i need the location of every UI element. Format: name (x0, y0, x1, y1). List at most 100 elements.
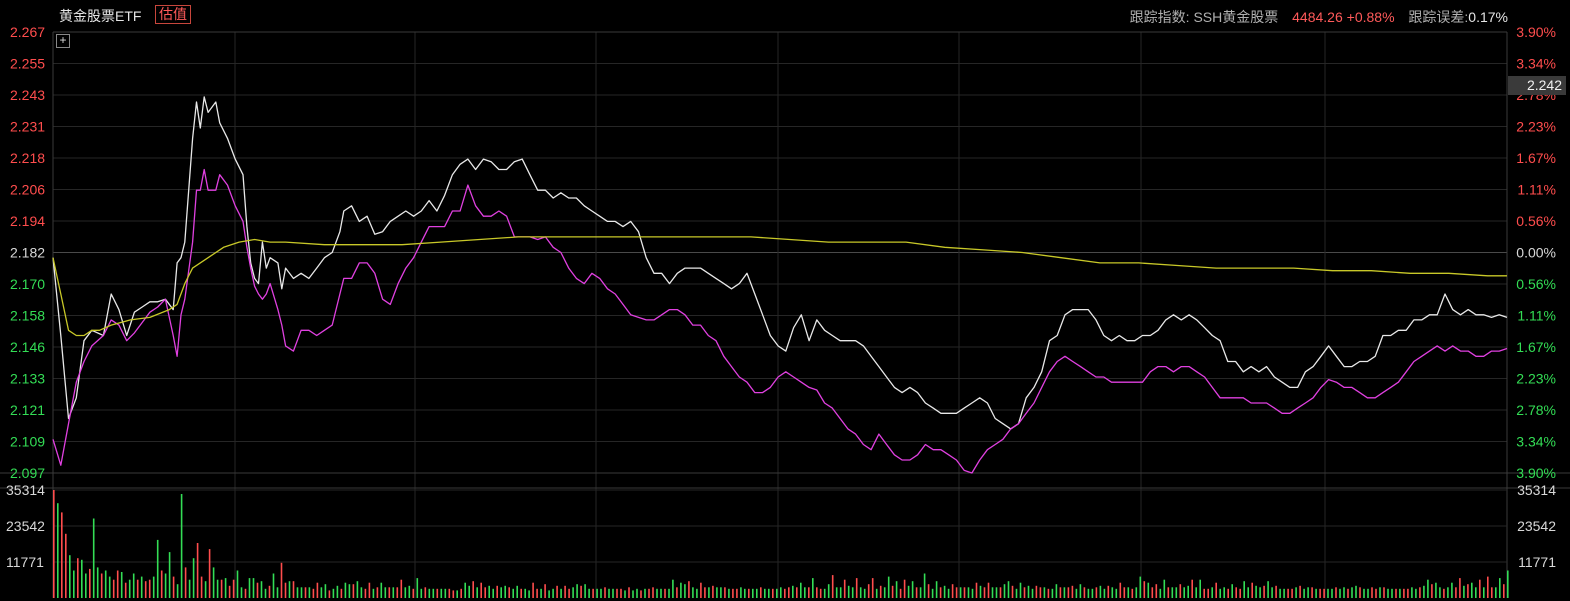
volume-bar (96, 567, 99, 598)
volume-bar (120, 572, 123, 598)
volume-bar (156, 539, 159, 598)
volume-bar (476, 587, 478, 598)
y-tick-left: 2.146 (10, 339, 45, 355)
volume-bar (1215, 582, 1217, 598)
volume-bar (1119, 582, 1122, 598)
volume-bar (1299, 585, 1301, 598)
volume-bar (1263, 585, 1265, 598)
y-tick-right: 3.90% (1516, 465, 1556, 481)
volume-bar (1207, 588, 1209, 598)
volume-bar (1507, 570, 1509, 598)
volume-bar (620, 588, 622, 598)
volume-bar (736, 588, 738, 598)
volume-bar (748, 588, 750, 598)
volume-bar (516, 585, 518, 598)
volume-bar (1379, 587, 1381, 598)
volume-bar (816, 587, 818, 598)
volume-bar (176, 584, 179, 598)
volume-bar (200, 576, 203, 598)
volume-bar (812, 578, 814, 598)
volume-bar (540, 588, 542, 598)
volume-bar (104, 570, 107, 598)
volume-bar (1339, 588, 1341, 598)
volume-bar (616, 588, 618, 598)
volume-bar (764, 588, 766, 598)
volume-bar (1039, 587, 1042, 598)
volume-bar (712, 585, 714, 598)
intraday-chart[interactable]: 2.267 3.90% 2.255 3.34% 2.243 2.78% 2.231 2.23%… (0, 0, 1570, 601)
volume-bar (628, 587, 630, 598)
y-tick-right: 2.23% (1516, 119, 1556, 135)
volume-bar (999, 587, 1002, 598)
vol-tick-left: 35314 (6, 482, 45, 498)
volume-bar (1283, 588, 1285, 598)
volume-bar (424, 587, 427, 598)
y-tick-left: 2.267 (10, 24, 45, 40)
chart-grid (0, 31, 1570, 598)
y-tick-left: 2.255 (10, 56, 45, 72)
y-tick-left: 2.158 (10, 308, 45, 324)
volume-bar (77, 558, 79, 598)
volume-bar (879, 585, 882, 598)
volume-bar (69, 555, 71, 598)
volume-bar (468, 585, 470, 598)
volume-bar (684, 584, 686, 598)
volume-bar (240, 587, 243, 598)
volume-bar (1187, 585, 1189, 598)
volume-bar (1027, 585, 1030, 598)
volume-bar (592, 588, 594, 598)
y-tick-right: 1.11% (1517, 308, 1556, 324)
volume-bar (724, 587, 726, 598)
volume-bar (576, 584, 578, 598)
volume-bar (1103, 588, 1106, 598)
volume-bar (356, 581, 359, 598)
y-tick-left: 2.133 (10, 371, 45, 387)
volume-bar (1331, 588, 1333, 598)
volume-bar (300, 587, 303, 598)
volume-bar (1423, 585, 1425, 598)
volume-bar (1239, 588, 1241, 598)
volume-bar (224, 578, 227, 598)
volume-bar (1371, 587, 1373, 598)
volume-bar (1495, 587, 1497, 598)
volume-bar (1091, 588, 1094, 598)
volume-bar (883, 587, 886, 598)
volume-bar (995, 587, 998, 598)
volume-bar (903, 579, 906, 598)
volume-bar (776, 588, 778, 598)
volume-bar (452, 590, 455, 598)
volume-bar (400, 579, 403, 598)
volume-bar (508, 587, 510, 598)
volume-bar (648, 588, 650, 598)
volume-bar (1143, 581, 1146, 598)
volume-bar (1443, 588, 1445, 598)
volume-bar (1079, 584, 1082, 598)
volume-bar (1343, 587, 1345, 598)
volume-bar (53, 490, 55, 598)
volume-bar (480, 582, 482, 598)
volume-bar (368, 582, 371, 598)
volume-bar (196, 543, 199, 598)
volume-bar (1163, 579, 1166, 598)
volume-bar (963, 587, 966, 598)
volume-bar (392, 587, 395, 598)
volume-bar (1439, 587, 1441, 598)
volume-bar (440, 588, 443, 598)
volume-bar (624, 590, 626, 598)
y-tick-left: 2.218 (10, 150, 45, 166)
volume-bar (388, 587, 391, 598)
volume-bar (1071, 585, 1074, 598)
volume-bar (1095, 587, 1098, 598)
y-tick-right: 3.34% (1516, 56, 1556, 72)
volume-bar (1147, 582, 1150, 598)
volume-bar (752, 588, 754, 598)
zoom-plus-icon[interactable]: + (56, 34, 70, 48)
volume-bar (420, 588, 423, 598)
volume-bar (800, 582, 802, 598)
volume-bar (81, 559, 83, 598)
y-tick-left: 2.109 (10, 434, 45, 450)
volume-bar (1415, 588, 1417, 598)
y-tick-left: 2.206 (10, 182, 45, 198)
volume-bar (220, 579, 223, 598)
volume-bar (116, 570, 119, 598)
